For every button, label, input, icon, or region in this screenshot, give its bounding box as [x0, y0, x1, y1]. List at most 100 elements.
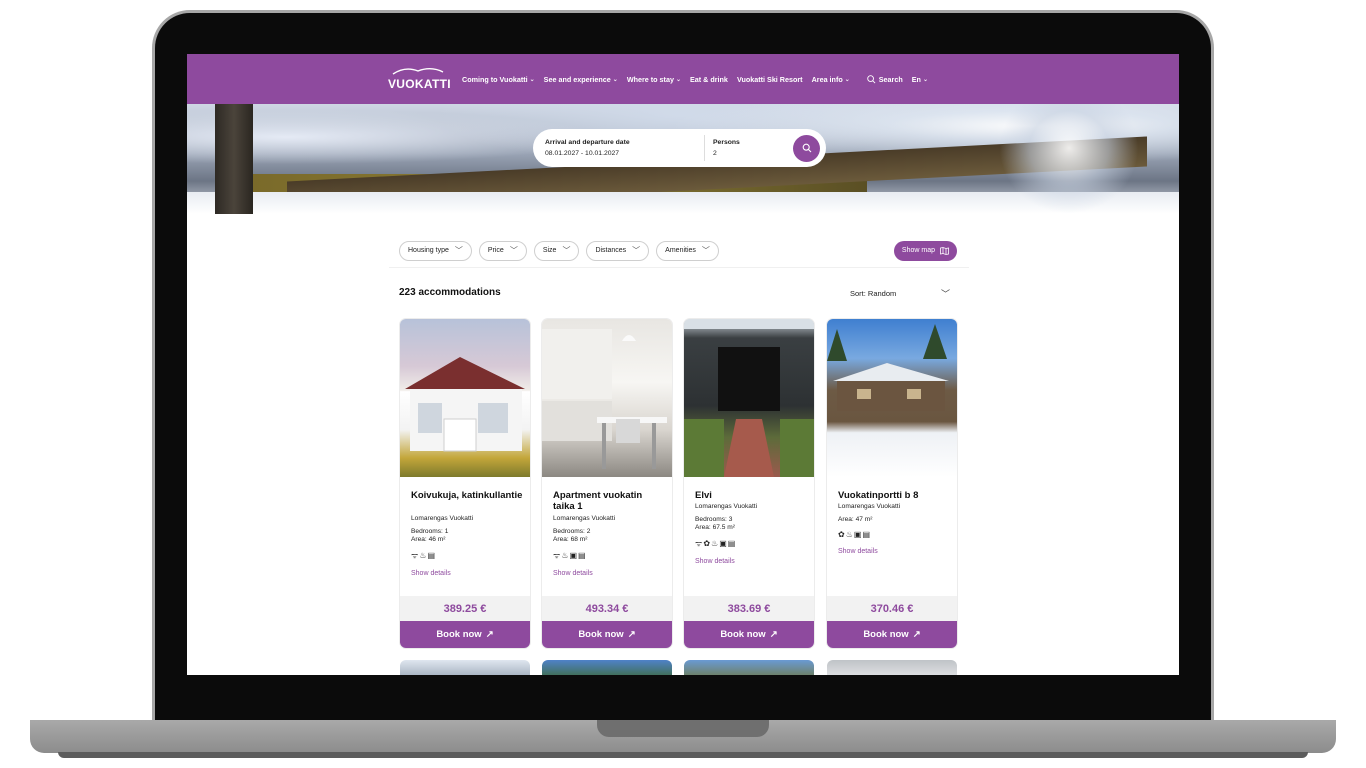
availability-search-box: Arrival and departure date 08.01.2027 - … — [533, 129, 826, 167]
vuokatti-logo[interactable]: VUOKATTI — [388, 66, 451, 92]
card-specs: Bedrooms: 2 Area: 68 m² — [553, 528, 665, 544]
filter-amenities[interactable]: Amenities ﹀ — [656, 240, 719, 261]
accommodation-photo — [400, 319, 530, 477]
book-label: Book now — [436, 629, 482, 640]
card-title[interactable]: Vuokatinportti b 8 — [838, 490, 950, 501]
pet-icon: ✿ — [703, 539, 712, 548]
filter-bar: Housing type ﹀ Price ﹀ Size ﹀ Distances ﹀ Am… — [389, 234, 969, 268]
dishwasher-icon: ▣ — [719, 539, 728, 548]
book-label: Book now — [863, 629, 909, 640]
filter-housing-type[interactable]: Housing type ﹀ — [399, 240, 472, 261]
search-button[interactable] — [793, 134, 820, 162]
nav-label: Where to stay — [626, 74, 674, 84]
amenity-icons: ✿♨▣▤ — [838, 530, 950, 539]
nav-search[interactable]: Search — [867, 75, 903, 84]
card-price: 389.25 € — [400, 596, 530, 621]
nav-ski-resort[interactable]: Vuokatti Ski Resort — [737, 75, 803, 84]
card-body: Lomarengas Vuokatti Bedrooms: 3 Area: 67… — [695, 503, 807, 565]
next-card-peek — [684, 660, 814, 675]
nav-coming-to-vuokatti[interactable]: Coming to Vuokatti ⌄ — [462, 75, 535, 84]
sort-dropdown[interactable]: Sort: Random ﹀ — [850, 287, 950, 300]
hero-tree-trunk — [215, 104, 253, 214]
card-area: Area: 47 m² — [838, 516, 873, 523]
filter-distances[interactable]: Distances ﹀ — [586, 240, 650, 261]
entrance-illustration — [684, 319, 814, 477]
chevron-down-icon: ﹀ — [454, 246, 463, 255]
show-map-label: Show map — [901, 247, 935, 254]
card-area: Area: 68 m² — [553, 536, 588, 543]
card-title[interactable]: Koivukuja, katinkullantie — [411, 490, 523, 501]
accommodation-card[interactable]: Koivukuja, katinkullantie Lomarengas Vuo… — [400, 319, 530, 648]
results-count: 223 accommodations — [399, 287, 501, 298]
show-details-link[interactable]: Show details — [553, 570, 665, 577]
book-now-button[interactable]: Book now ↗ — [684, 621, 814, 648]
filter-price[interactable]: Price ﹀ — [478, 240, 527, 261]
next-card-peek — [827, 660, 957, 675]
accommodation-card[interactable]: Vuokatinportti b 8 Lomarengas Vuokatti A… — [827, 319, 957, 648]
amenity-icons: ᯤ✿♨▣▤ — [695, 538, 807, 549]
language-selector[interactable]: En ⌄ — [912, 75, 928, 84]
card-title[interactable]: Apartment vuokatin taika 1 — [553, 490, 665, 512]
chevron-down-icon: ﹀ — [562, 246, 571, 255]
chevron-down-icon: ⌄ — [675, 76, 681, 83]
show-details-link[interactable]: Show details — [411, 570, 523, 577]
top-navigation: VUOKATTI Coming to Vuokatti ⌄ See and exp… — [187, 54, 1179, 104]
card-area: Area: 67.5 m² — [695, 524, 735, 531]
card-title[interactable]: Elvi — [695, 490, 807, 501]
persons-field[interactable]: Persons 2 — [705, 139, 793, 157]
nav-where-to-stay[interactable]: Where to stay ⌄ — [627, 75, 681, 84]
chevron-down-icon: ﹀ — [509, 246, 518, 255]
fire-icon: ♨ — [845, 530, 854, 539]
card-price: 493.34 € — [542, 596, 672, 621]
nav-label: See and experience — [543, 74, 611, 84]
chevron-down-icon: ⌄ — [612, 76, 618, 83]
search-icon — [802, 143, 811, 153]
accommodation-photo — [827, 319, 957, 477]
card-body: Lomarengas Vuokatti Area: 47 m² ✿♨▣▤ Sho… — [838, 503, 950, 555]
chevron-down-icon: ﹀ — [632, 246, 641, 255]
amenity-icons: ᯤ♨▤ — [411, 550, 523, 561]
nav-see-and-experience[interactable]: See and experience ⌄ — [544, 75, 618, 84]
filter-size[interactable]: Size ﹀ — [533, 240, 580, 261]
nav-eat-and-drink[interactable]: Eat & drink — [690, 75, 728, 84]
book-now-button[interactable]: Book now ↗ — [542, 621, 672, 648]
hero-frosted-tree — [999, 104, 1139, 214]
accommodation-card[interactable]: Apartment vuokatin taika 1 Lomarengas Vu… — [542, 319, 672, 648]
nav-label: Vuokatti Ski Resort — [736, 74, 803, 84]
search-icon — [867, 74, 876, 83]
external-link-icon: ↗ — [627, 629, 636, 640]
book-label: Book now — [720, 629, 766, 640]
card-specs: Bedrooms: 3 Area: 67.5 m² — [695, 516, 807, 532]
browser-screen: VUOKATTI Coming to Vuokatti ⌄ See and exp… — [187, 54, 1179, 675]
accommodation-card[interactable]: Elvi Lomarengas Vuokatti Bedrooms: 3 Are… — [684, 319, 814, 648]
sauna-icon: ▤ — [578, 551, 587, 560]
nav-area-info[interactable]: Area info ⌄ — [812, 75, 850, 84]
persons-label: Persons — [713, 139, 740, 146]
book-now-button[interactable]: Book now ↗ — [827, 621, 957, 648]
house-illustration — [405, 357, 525, 452]
pet-icon: ✿ — [838, 530, 846, 539]
accommodation-photo — [684, 319, 814, 477]
card-bedrooms: Bedrooms: 3 — [695, 516, 733, 523]
card-body: Lomarengas Vuokatti Bedrooms: 1 Area: 46… — [411, 515, 523, 577]
nav-label: Coming to Vuokatti — [462, 74, 528, 84]
card-price: 383.69 € — [684, 596, 814, 621]
filter-label: Distances — [595, 247, 627, 254]
show-details-link[interactable]: Show details — [695, 558, 807, 565]
show-details-link[interactable]: Show details — [838, 548, 950, 555]
kitchen-illustration — [542, 329, 667, 469]
nav-label: Area info — [811, 74, 843, 84]
card-location: Lomarengas Vuokatti — [553, 515, 616, 522]
logo-text: VUOKATTI — [388, 77, 451, 91]
book-now-button[interactable]: Book now ↗ — [400, 621, 530, 648]
next-card-peek — [542, 660, 672, 675]
amenity-icons: ᯤ♨▣▤ — [553, 550, 665, 561]
date-range-field[interactable]: Arrival and departure date 08.01.2027 - … — [545, 135, 705, 161]
next-card-peek — [400, 660, 530, 675]
language-label: En — [911, 74, 921, 84]
card-location: Lomarengas Vuokatti — [695, 503, 758, 510]
card-body: Lomarengas Vuokatti Bedrooms: 2 Area: 68… — [553, 515, 665, 577]
show-map-button[interactable]: Show map — [893, 240, 957, 261]
nav-label: Eat & drink — [689, 74, 728, 84]
external-link-icon: ↗ — [769, 629, 778, 640]
